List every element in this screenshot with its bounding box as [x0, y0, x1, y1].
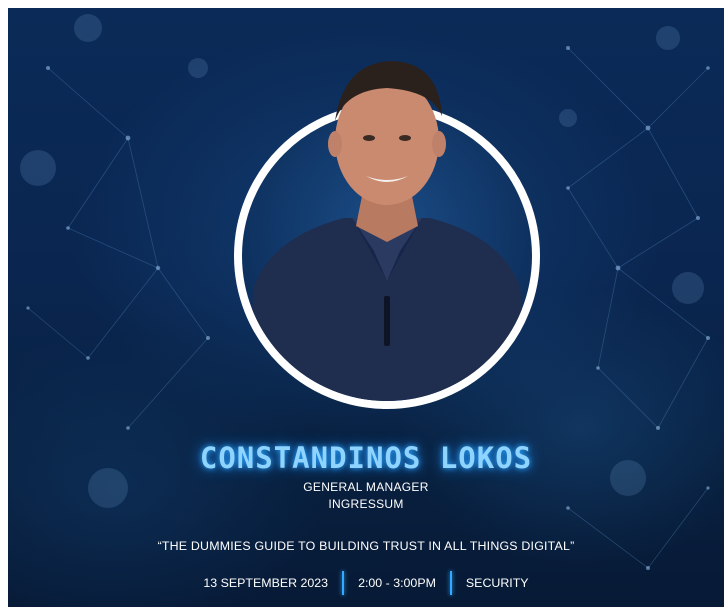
- speaker-photo: [244, 61, 530, 401]
- session-date: 13 SEPTEMBER 2023: [203, 576, 329, 590]
- session-track: SECURITY: [465, 576, 529, 590]
- speaker-name: CONSTANDINOS LOKOS: [199, 441, 533, 475]
- speaker-title: GENERAL MANAGER: [303, 480, 429, 494]
- speaker-company: INGRESSUM: [328, 497, 404, 511]
- speaker-card: CONSTANDINOS LOKOS GENERAL MANAGER INGRE…: [8, 8, 724, 607]
- talk-title: “THE DUMMIES GUIDE TO BUILDING TRUST IN …: [157, 539, 575, 553]
- session-time: 2:00 - 3:00PM: [358, 576, 436, 590]
- session-info: 13 SEPTEMBER 2023 2:00 - 3:00PM SECURITY: [8, 571, 724, 595]
